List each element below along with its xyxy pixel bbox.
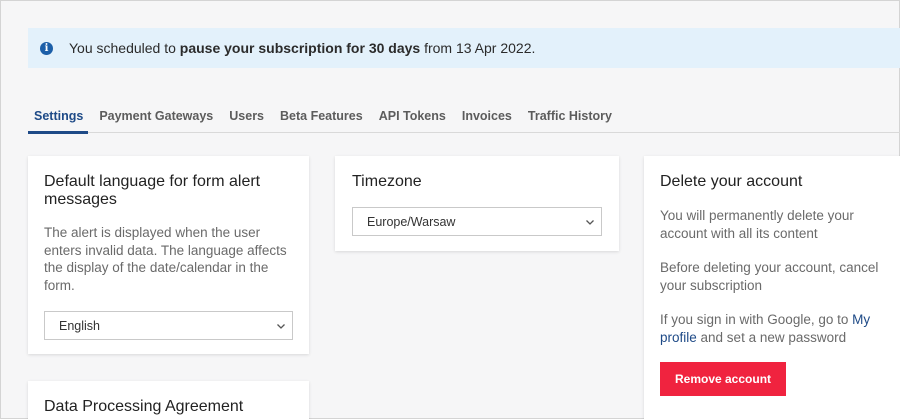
remove-account-button[interactable]: Remove account bbox=[660, 362, 786, 396]
language-select[interactable]: English bbox=[44, 311, 293, 340]
chevron-down-icon bbox=[277, 323, 285, 329]
dpa-card: Data Processing Agreement bbox=[28, 381, 309, 419]
tab-traffic-history[interactable]: Traffic History bbox=[520, 101, 620, 133]
delete-card-title: Delete your account bbox=[660, 173, 803, 190]
tab-settings[interactable]: Settings bbox=[28, 101, 91, 134]
language-card-description: The alert is displayed when the user ent… bbox=[44, 225, 287, 293]
timezone-select[interactable]: Europe/Warsaw bbox=[352, 207, 602, 236]
dpa-card-title: Data Processing Agreement bbox=[44, 398, 244, 415]
language-select-value: English bbox=[59, 318, 100, 333]
tab-beta-features[interactable]: Beta Features bbox=[272, 101, 371, 133]
cancel-subscription-text: Before deleting your account, cancel you… bbox=[660, 260, 879, 293]
info-icon: i bbox=[40, 41, 53, 55]
language-card: Default language for form alert messages… bbox=[28, 156, 309, 354]
tab-invoices[interactable]: Invoices bbox=[454, 101, 520, 133]
google-signin-text: If you sign in with Google, go to My pro… bbox=[660, 312, 871, 345]
language-card-title: Default language for form alert messages bbox=[44, 173, 261, 208]
tab-payment-gateways[interactable]: Payment Gateways bbox=[91, 101, 221, 133]
delete-account-card: Delete your account You will permanently… bbox=[644, 156, 900, 419]
timezone-card: Timezone Europe/Warsaw bbox=[335, 156, 619, 251]
timezone-card-title: Timezone bbox=[352, 173, 422, 190]
tab-api-tokens[interactable]: API Tokens bbox=[371, 101, 454, 133]
subscription-paused-banner: i You scheduled to pause your subscripti… bbox=[28, 28, 900, 68]
tab-users[interactable]: Users bbox=[221, 101, 272, 133]
settings-tabs: Settings Payment Gateways Users Beta Fea… bbox=[28, 101, 900, 134]
delete-warning-text: You will permanently delete your account… bbox=[660, 208, 854, 241]
chevron-down-icon bbox=[586, 219, 594, 225]
banner-text: You scheduled to pause your subscription… bbox=[69, 40, 536, 56]
timezone-select-value: Europe/Warsaw bbox=[367, 214, 456, 229]
